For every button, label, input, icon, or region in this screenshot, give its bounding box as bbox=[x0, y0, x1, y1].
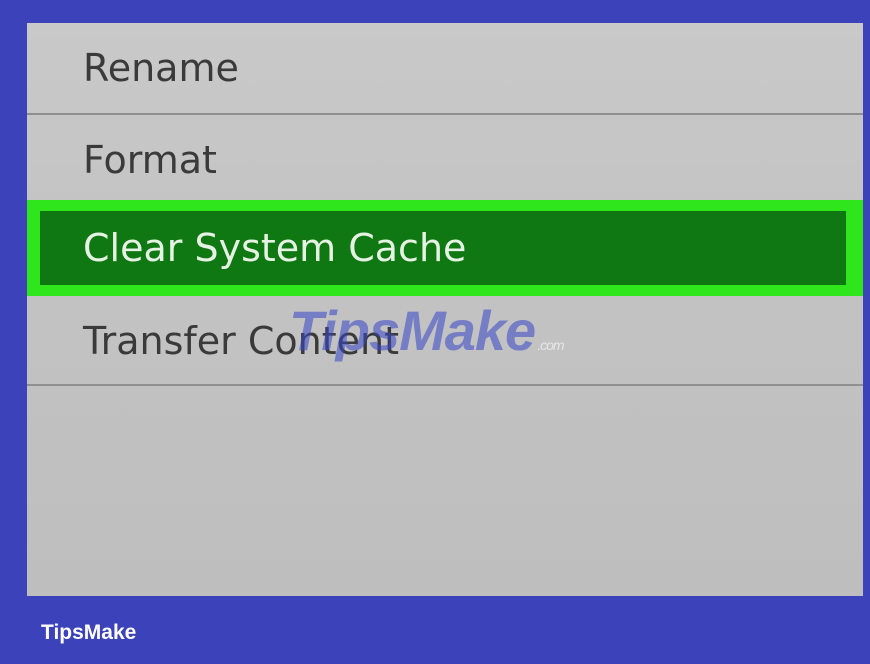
menu-item-label: Rename bbox=[83, 46, 239, 90]
watermark-suffix: .com bbox=[537, 337, 564, 353]
selection-highlight: Clear System Cache bbox=[27, 200, 863, 296]
menu-item-label: Format bbox=[83, 138, 217, 182]
menu-item-label: Clear System Cache bbox=[83, 226, 467, 270]
menu-item-format[interactable]: Format bbox=[27, 114, 863, 206]
menu-item-clear-system-cache[interactable]: Clear System Cache bbox=[40, 211, 846, 285]
menu-item-rename[interactable]: Rename bbox=[27, 23, 863, 113]
watermark-text: TipsMake bbox=[289, 299, 536, 362]
screen-frame: Rename Format Clear System Cache Transfe… bbox=[0, 0, 870, 664]
watermark: TipsMake .com bbox=[289, 298, 565, 363]
menu-divider bbox=[27, 384, 863, 386]
brand-label: TipsMake bbox=[41, 621, 137, 644]
